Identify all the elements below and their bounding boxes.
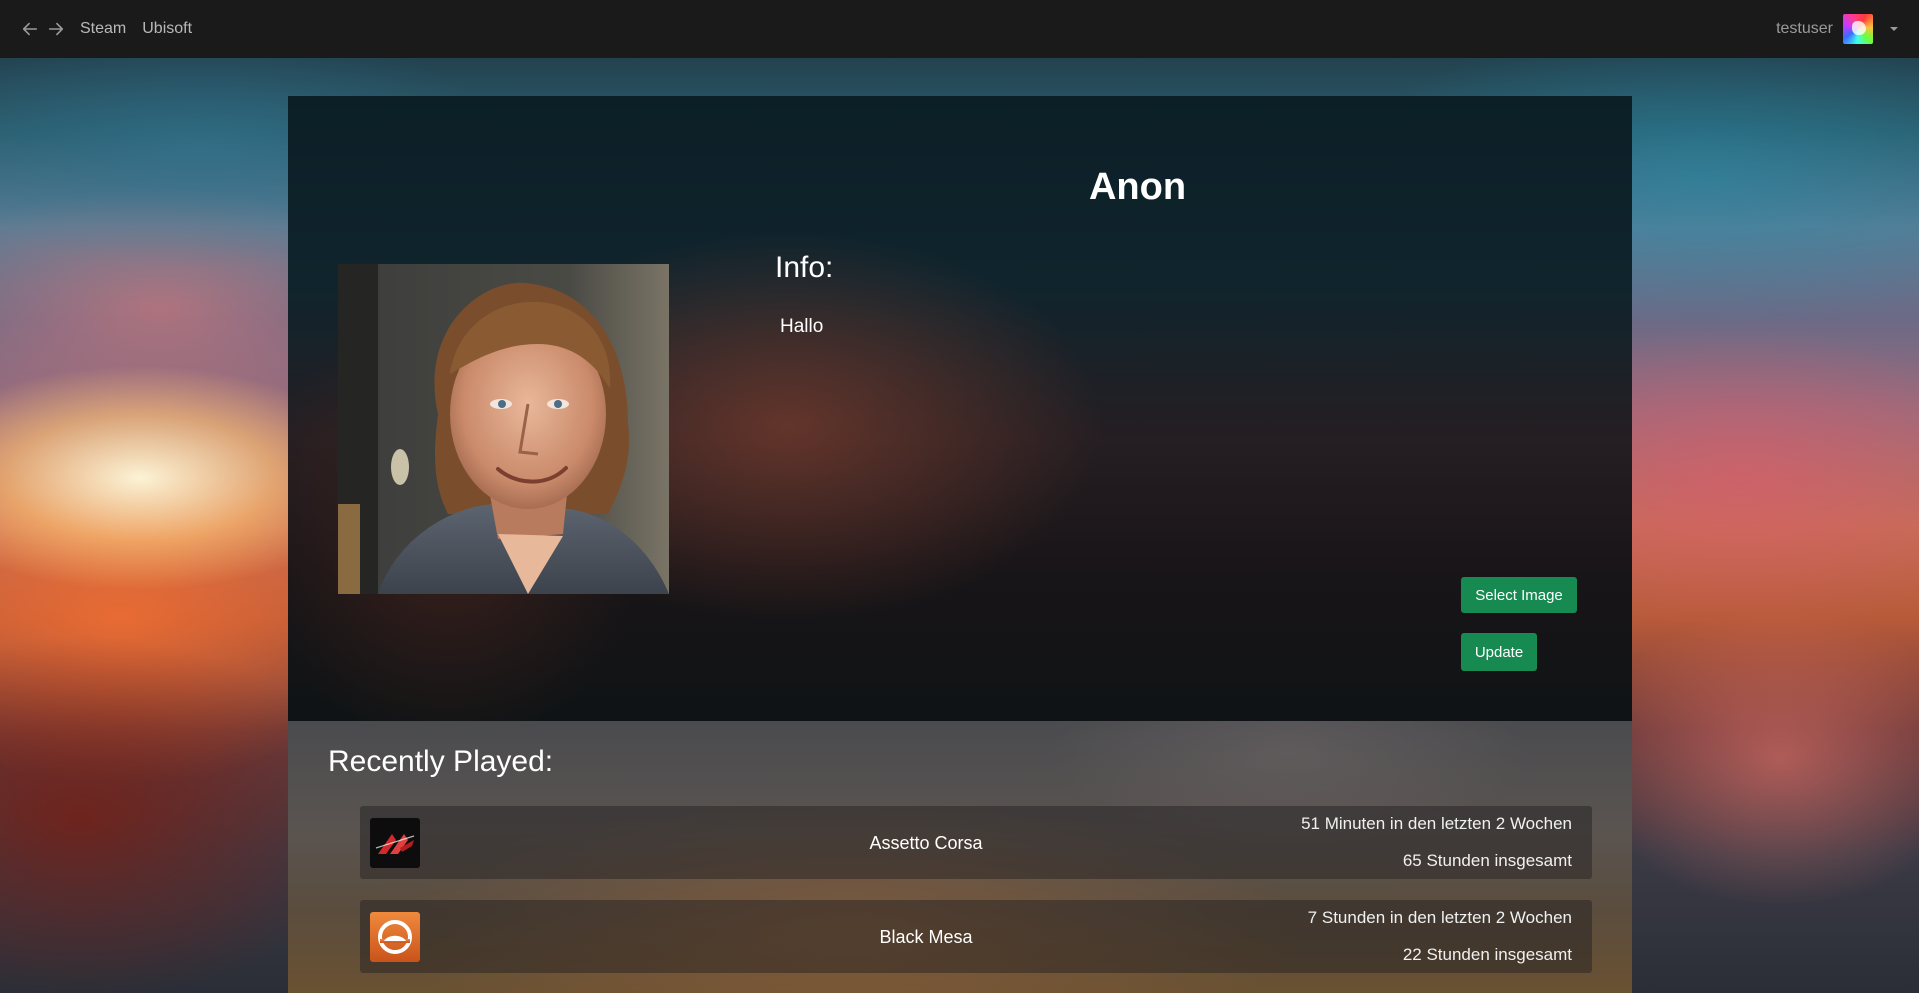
top-navbar: Steam Ubisoft testuser xyxy=(0,0,1919,58)
select-image-button[interactable]: Select Image xyxy=(1461,577,1577,613)
profile-card: Anon Info: Hallo Select Image Update xyxy=(288,96,1632,721)
update-button[interactable]: Update xyxy=(1461,633,1537,671)
nav-link-steam[interactable]: Steam xyxy=(80,20,126,38)
info-label: Info: xyxy=(775,251,834,284)
user-menu[interactable]: testuser xyxy=(1776,14,1899,44)
profile-name: Anon xyxy=(1088,166,1187,208)
game-total-playtime: 22 Stunden insgesamt xyxy=(1402,945,1572,964)
avatar xyxy=(1843,14,1873,44)
game-row[interactable]: Assetto Corsa 51 Minuten in den letzten … xyxy=(360,806,1592,879)
forward-arrow-icon[interactable] xyxy=(46,19,66,39)
profile-picture xyxy=(338,264,669,594)
nav-link-ubisoft[interactable]: Ubisoft xyxy=(142,20,192,38)
history-nav xyxy=(20,19,66,39)
info-text: Hallo xyxy=(780,316,824,337)
username: testuser xyxy=(1776,20,1833,37)
game-total-playtime: 65 Stunden insgesamt xyxy=(1402,851,1572,870)
game-row[interactable]: Black Mesa 7 Stunden in den letzten 2 Wo… xyxy=(360,900,1592,973)
back-arrow-icon[interactable] xyxy=(20,19,40,39)
recently-played-title: Recently Played: xyxy=(328,745,554,778)
recently-played-section: Recently Played: Assetto Corsa 51 Minute… xyxy=(288,721,1632,993)
game-recent-playtime: 7 Stunden in den letzten 2 Wochen xyxy=(1307,908,1572,927)
caret-down-icon[interactable] xyxy=(1889,24,1899,34)
game-recent-playtime: 51 Minuten in den letzten 2 Wochen xyxy=(1301,814,1572,833)
